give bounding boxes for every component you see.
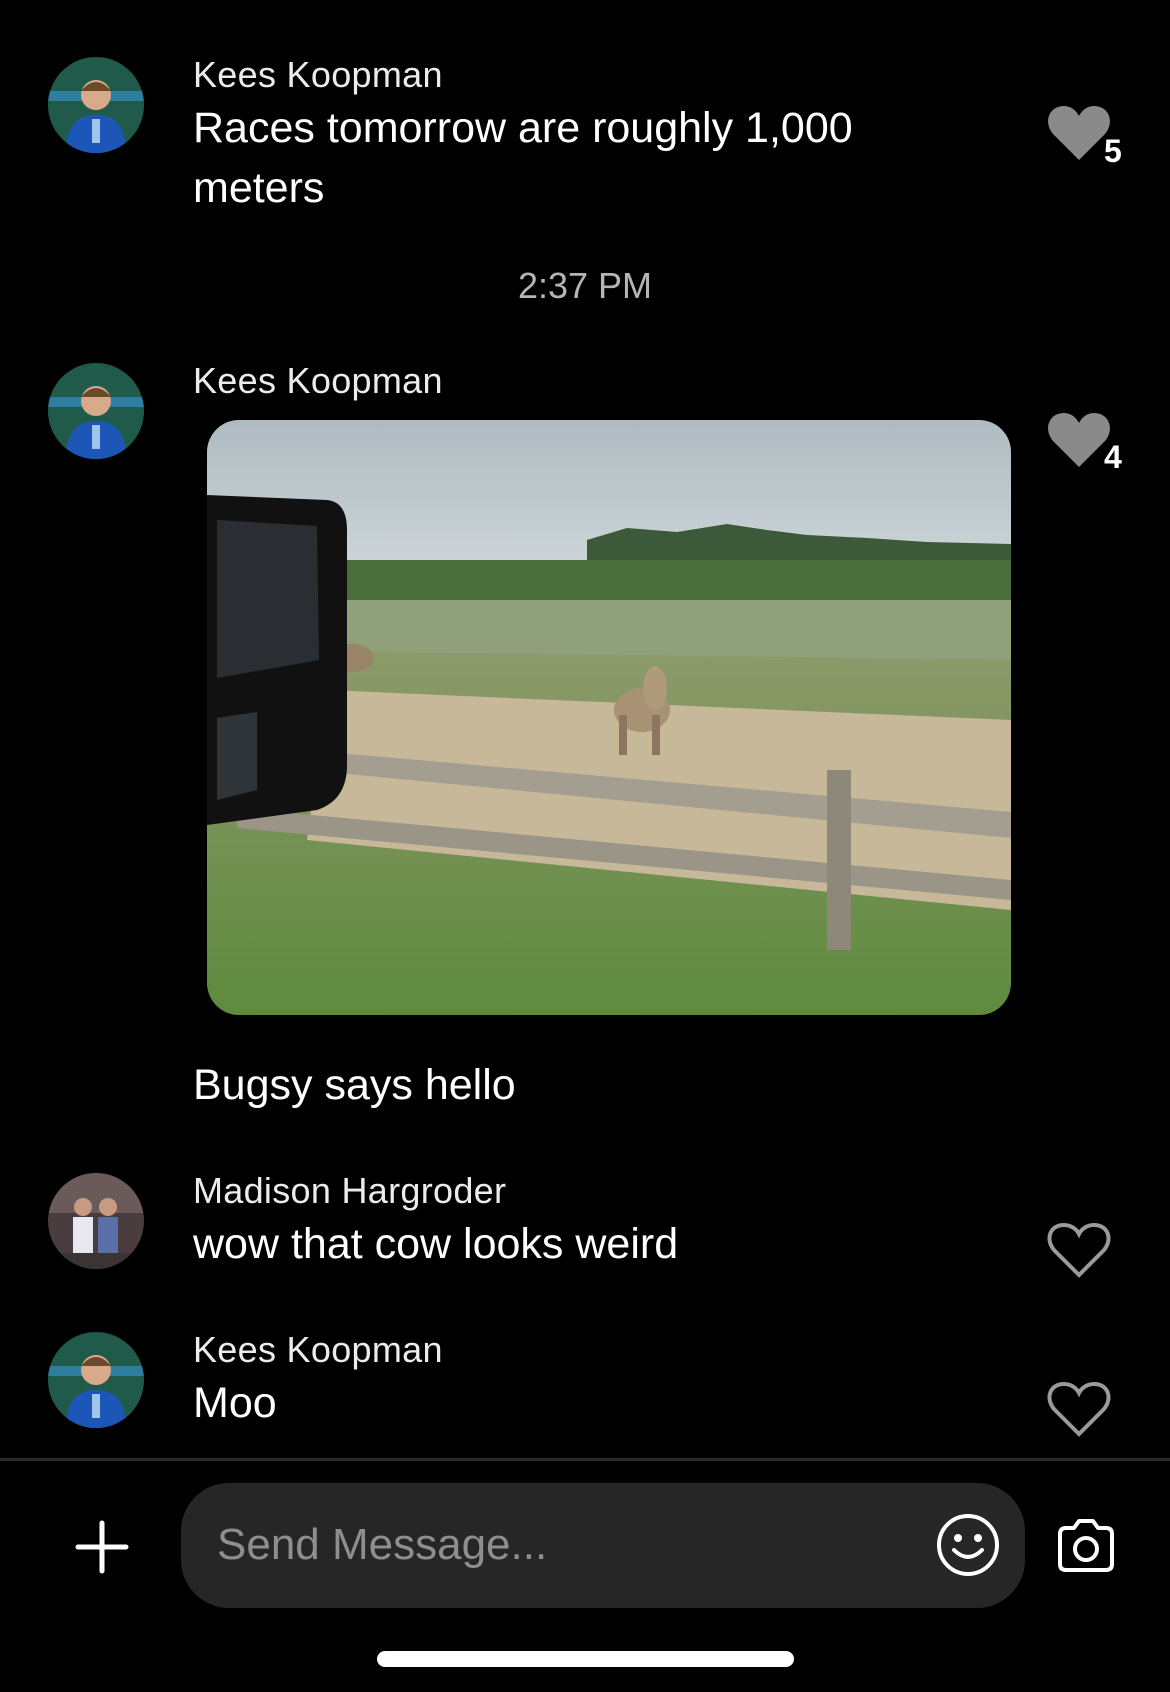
message-sender: Kees Koopman — [193, 1329, 443, 1370]
like-button[interactable] — [1047, 1380, 1113, 1440]
heart-icon — [1047, 1381, 1111, 1437]
like-button[interactable] — [1047, 1221, 1113, 1281]
home-indicator[interactable] — [377, 1651, 794, 1667]
smiley-icon — [937, 1514, 999, 1576]
avatar-kees-koopman[interactable] — [48, 57, 144, 153]
like-count: 5 — [1104, 133, 1122, 169]
message-text[interactable]: Races tomorrow are roughly 1,000 meters — [193, 98, 953, 218]
heart-icon — [1047, 1222, 1111, 1278]
message-sender: Madison Hargroder — [193, 1170, 507, 1211]
heart-icon — [1048, 106, 1110, 160]
message-text[interactable]: wow that cow looks weird — [193, 1214, 953, 1274]
composer-divider — [0, 1458, 1170, 1461]
avatar-kees-koopman[interactable] — [48, 1332, 144, 1428]
message-sender: Kees Koopman — [193, 54, 443, 95]
add-attachment-button[interactable] — [70, 1515, 134, 1579]
camera-button[interactable] — [1054, 1514, 1118, 1578]
camera-icon — [1058, 1519, 1114, 1572]
message-text[interactable]: Moo — [193, 1373, 953, 1433]
avatar-madison-hargroder[interactable] — [48, 1173, 144, 1269]
plus-icon — [75, 1520, 129, 1574]
message-composer — [181, 1483, 1025, 1608]
like-count: 4 — [1104, 439, 1122, 475]
message-input[interactable] — [217, 1513, 857, 1577]
emoji-button[interactable] — [935, 1512, 1001, 1578]
photo-attachment[interactable] — [207, 420, 1011, 1015]
timestamp-divider: 2:37 PM — [517, 265, 653, 306]
avatar-kees-koopman[interactable] — [48, 363, 144, 459]
message-sender: Kees Koopman — [193, 360, 443, 401]
heart-icon — [1048, 413, 1110, 467]
message-text[interactable]: Bugsy says hello — [193, 1055, 953, 1115]
